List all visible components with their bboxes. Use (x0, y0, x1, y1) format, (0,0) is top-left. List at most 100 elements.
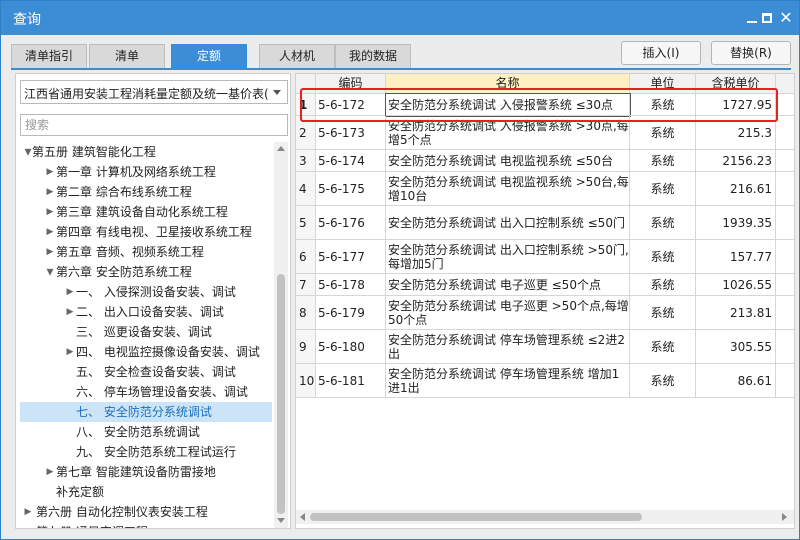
table-row[interactable]: 3 5-6-174 安全防范分系统调试 电视监视系统 ≤50台 系统 2156.23 (296, 150, 794, 172)
table-row[interactable]: 8 5-6-179 安全防范分系统调试 电子巡更 >50个点,每增50个点 系统 213… (296, 296, 794, 330)
scroll-up-icon[interactable] (277, 146, 285, 151)
expand-icon[interactable]: ▶ (44, 182, 56, 202)
row-index-cell[interactable]: 9 (296, 330, 316, 364)
tree-item[interactable]: ▶ 第六册 自动化控制仪表安装工程 (16, 502, 272, 522)
unit-cell[interactable]: 系统 (630, 364, 696, 398)
unit-cell[interactable]: 系统 (630, 206, 696, 240)
code-cell[interactable]: 5-6-175 (316, 172, 386, 206)
tree-item[interactable]: ▶ 第四章 有线电视、卫星接收系统工程 (16, 222, 272, 242)
row-index-cell[interactable]: 8 (296, 296, 316, 330)
tree-item[interactable]: 九、 安全防范系统工程试运行 (16, 442, 272, 462)
name-cell[interactable]: 安全防范分系统调试 电子巡更 >50个点,每增50个点 (386, 296, 630, 330)
tree-scroll-thumb[interactable] (277, 274, 285, 514)
tree-item[interactable]: ▶ 第五章 音频、视频系统工程 (16, 242, 272, 262)
price-cell[interactable]: 2156.23 (696, 150, 776, 172)
scroll-left-icon[interactable] (300, 513, 305, 521)
code-cell[interactable]: 5-6-179 (316, 296, 386, 330)
tree-item[interactable]: 第七册 通风空调工程 (16, 522, 272, 528)
price-cell[interactable]: 1939.35 (696, 206, 776, 240)
unit-cell[interactable]: 系统 (630, 274, 696, 296)
unit-cell-text: 系统 (650, 250, 675, 264)
table-row[interactable]: 5 5-6-176 安全防范分系统调试 出入口控制系统 ≤50门 系统 1939.35 (296, 206, 794, 240)
expand-icon[interactable]: ▶ (64, 282, 76, 302)
row-index-cell[interactable]: 6 (296, 240, 316, 274)
tree-item[interactable]: ▶ 四、 电视监控摄像设备安装、调试 (16, 342, 272, 362)
tree-item[interactable]: ▶ 第一章 计算机及网络系统工程 (16, 162, 272, 182)
code-cell[interactable]: 5-6-178 (316, 274, 386, 296)
expand-icon[interactable]: ▶ (44, 222, 56, 242)
tab-bill[interactable]: 清单 (89, 44, 165, 68)
search-input[interactable]: 搜索 (20, 114, 288, 136)
tree-item[interactable]: 八、 安全防范系统调试 (16, 422, 272, 442)
scroll-right-icon[interactable] (782, 513, 787, 521)
unit-cell[interactable]: 系统 (630, 150, 696, 172)
replace-button[interactable]: 替换(R) (711, 41, 791, 65)
expand-icon[interactable]: ▶ (22, 502, 34, 522)
tree-item[interactable]: 五、 安全检查设备安装、调试 (16, 362, 272, 382)
tree-item[interactable]: ▲ 第六章 安全防范系统工程 (16, 262, 272, 282)
name-cell[interactable]: 安全防范分系统调试 电子巡更 ≤50个点 (386, 274, 630, 296)
tree-item[interactable]: ▶ 二、 出入口设备安装、调试 (16, 302, 272, 322)
tree-item[interactable]: 三、 巡更设备安装、调试 (16, 322, 272, 342)
collapse-icon[interactable]: ▲ (44, 262, 56, 282)
expand-icon[interactable]: ▶ (44, 162, 56, 182)
name-cell[interactable]: 安全防范分系统调试 电视监视系统 ≤50台 (386, 150, 630, 172)
expand-icon[interactable]: ▶ (44, 242, 56, 262)
row-index-cell[interactable]: 3 (296, 150, 316, 172)
tree-item[interactable]: ▲ 第五册 建筑智能化工程 (16, 142, 272, 162)
table-row[interactable]: 6 5-6-177 安全防范分系统调试 出入口控制系统 >50门,每增加5门 系统 15… (296, 240, 794, 274)
table-row[interactable]: 7 5-6-178 安全防范分系统调试 电子巡更 ≤50个点 系统 1026.55 (296, 274, 794, 296)
price-cell[interactable]: 157.77 (696, 240, 776, 274)
price-cell[interactable]: 216.61 (696, 172, 776, 206)
table-row[interactable]: 4 5-6-175 安全防范分系统调试 电视监视系统 >50台,每增10台 系统 216… (296, 172, 794, 206)
tree-item[interactable]: 七、 安全防范分系统调试 (20, 402, 272, 422)
table-row[interactable]: 9 5-6-180 安全防范分系统调试 停车场管理系统 ≤2进2出 系统 305.55 (296, 330, 794, 364)
price-cell[interactable]: 86.61 (696, 364, 776, 398)
row-index-cell[interactable]: 10 (296, 364, 316, 398)
code-cell[interactable]: 5-6-177 (316, 240, 386, 274)
price-cell[interactable]: 213.81 (696, 296, 776, 330)
code-cell[interactable]: 5-6-181 (316, 364, 386, 398)
code-cell[interactable]: 5-6-176 (316, 206, 386, 240)
scroll-down-icon[interactable] (277, 518, 285, 523)
tree-item[interactable]: ▶ 一、 入侵探测设备安装、调试 (16, 282, 272, 302)
price-cell[interactable]: 305.55 (696, 330, 776, 364)
tree-scrollbar[interactable] (274, 142, 288, 528)
row-index-cell[interactable]: 7 (296, 274, 316, 296)
unit-cell[interactable]: 系统 (630, 172, 696, 206)
header-extra (776, 74, 794, 94)
tab-my-data[interactable]: 我的数据 (335, 44, 411, 68)
quota-library-select[interactable]: 江西省通用安装工程消耗量定额及统一基价表( (20, 80, 288, 104)
name-cell[interactable]: 安全防范分系统调试 出入口控制系统 >50门,每增加5门 (386, 240, 630, 274)
name-cell[interactable]: 安全防范分系统调试 停车场管理系统 增加1进1出 (386, 364, 630, 398)
unit-cell[interactable]: 系统 (630, 296, 696, 330)
table-row[interactable]: 10 5-6-181 安全防范分系统调试 停车场管理系统 增加1进1出 系统 86.61 (296, 364, 794, 398)
close-button[interactable]: ✕ (775, 7, 797, 29)
expand-icon[interactable]: ▶ (44, 202, 56, 222)
insert-button[interactable]: 插入(I) (621, 41, 701, 65)
tab-labor-material[interactable]: 人材机 (259, 44, 335, 68)
tree-item[interactable]: ▶ 第二章 综合布线系统工程 (16, 182, 272, 202)
table-scroll-thumb[interactable] (310, 513, 642, 521)
tree-item[interactable]: 六、 停车场管理设备安装、调试 (16, 382, 272, 402)
unit-cell[interactable]: 系统 (630, 330, 696, 364)
code-cell[interactable]: 5-6-174 (316, 150, 386, 172)
row-index-cell[interactable]: 4 (296, 172, 316, 206)
tree-item[interactable]: ▶ 第三章 建筑设备自动化系统工程 (16, 202, 272, 222)
unit-cell[interactable]: 系统 (630, 240, 696, 274)
price-cell[interactable]: 1026.55 (696, 274, 776, 296)
title-bar[interactable]: 查询 ✕ (1, 1, 799, 35)
expand-icon[interactable]: ▶ (64, 342, 76, 362)
tab-bill-guide[interactable]: 清单指引 (11, 44, 87, 68)
tab-quota[interactable]: 定额 (171, 44, 247, 68)
row-index-cell[interactable]: 5 (296, 206, 316, 240)
table-hscrollbar[interactable] (296, 510, 794, 524)
name-cell[interactable]: 安全防范分系统调试 电视监视系统 >50台,每增10台 (386, 172, 630, 206)
tree-item[interactable]: ▶ 第七章 智能建筑设备防雷接地 (16, 462, 272, 482)
name-cell[interactable]: 安全防范分系统调试 停车场管理系统 ≤2进2出 (386, 330, 630, 364)
code-cell[interactable]: 5-6-180 (316, 330, 386, 364)
tree-item[interactable]: 补充定额 (16, 482, 272, 502)
expand-icon[interactable]: ▶ (44, 462, 56, 482)
expand-icon[interactable]: ▶ (64, 302, 76, 322)
name-cell[interactable]: 安全防范分系统调试 出入口控制系统 ≤50门 (386, 206, 630, 240)
